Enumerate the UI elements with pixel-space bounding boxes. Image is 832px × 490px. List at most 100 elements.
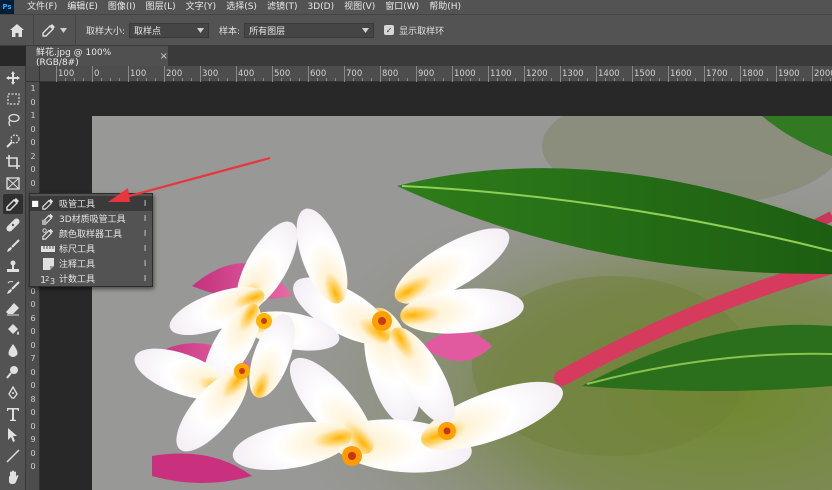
flyout-item-ruler[interactable]: 标尺工具 I bbox=[30, 241, 152, 256]
flyout-item-count[interactable]: 123 计数工具 I bbox=[30, 271, 152, 286]
ruler-tick-label: 1600 bbox=[668, 66, 692, 82]
ruler-minor-tick bbox=[623, 78, 624, 81]
clone-stamp-tool[interactable] bbox=[3, 257, 23, 277]
tool-preset-picker[interactable] bbox=[34, 14, 76, 46]
ruler-tick-label: 9 bbox=[30, 435, 36, 444]
blur-tool[interactable] bbox=[3, 341, 23, 361]
sample-select[interactable]: 所有图层 bbox=[244, 22, 375, 38]
ruler-tick-label: 0 bbox=[30, 408, 36, 417]
eraser-tool[interactable] bbox=[3, 299, 23, 319]
history-brush-tool[interactable] bbox=[3, 278, 23, 298]
flyout-item-3d-material-eyedropper[interactable]: 3D材质吸管工具 I bbox=[30, 211, 152, 226]
line-tool[interactable] bbox=[3, 446, 23, 466]
ruler-minor-tick bbox=[254, 78, 255, 81]
menu-view[interactable]: 视图(V) bbox=[339, 0, 380, 14]
ruler-minor-tick bbox=[155, 78, 156, 81]
ruler-minor-tick bbox=[542, 78, 543, 81]
ruler-tick-label: 1 bbox=[30, 84, 36, 93]
crop-tool[interactable] bbox=[3, 152, 23, 172]
ruler-tick-label: 0 bbox=[30, 165, 36, 174]
menu-3d[interactable]: 3D(D) bbox=[302, 0, 339, 14]
ruler-minor-tick bbox=[479, 78, 480, 81]
lasso-tool[interactable] bbox=[3, 110, 23, 130]
brush-tool[interactable] bbox=[3, 236, 23, 256]
healing-brush-tool[interactable] bbox=[3, 215, 23, 235]
pen-tool[interactable] bbox=[3, 383, 23, 403]
photoshop-logo-icon[interactable]: Ps bbox=[0, 0, 14, 14]
ruler-minor-tick bbox=[389, 78, 390, 81]
flyout-label: 计数工具 bbox=[59, 275, 96, 285]
path-select-tool[interactable] bbox=[3, 425, 23, 445]
menu-type[interactable]: 文字(Y) bbox=[181, 0, 222, 14]
flyout-shortcut: I bbox=[143, 214, 147, 223]
ruler-tick-label: 1100 bbox=[488, 66, 512, 82]
sample-size-label: 取样大小: bbox=[86, 26, 126, 37]
move-tool[interactable] bbox=[3, 68, 23, 88]
ruler-minor-tick bbox=[362, 78, 363, 81]
home-button[interactable] bbox=[0, 14, 34, 46]
menu-filter[interactable]: 滤镜(T) bbox=[262, 0, 303, 14]
paint-bucket-tool[interactable] bbox=[3, 320, 23, 340]
ruler-minor-tick bbox=[218, 78, 219, 81]
options-bar: 取样大小: 取样点 样本: 所有图层 ✓ 显示取样环 bbox=[0, 14, 832, 46]
ruler-minor-tick bbox=[731, 78, 732, 81]
marquee-tool[interactable] bbox=[3, 89, 23, 109]
horizontal-ruler[interactable]: 100 0 100 200 300 400 500 600 700 800 900 1000 1100 1… bbox=[40, 66, 832, 82]
sample-size-select[interactable]: 取样点 bbox=[129, 22, 210, 38]
ruler-minor-tick bbox=[506, 78, 507, 81]
ruler-minor-tick bbox=[65, 78, 66, 81]
frame-tool[interactable] bbox=[3, 173, 23, 193]
frame-icon bbox=[6, 176, 20, 190]
ruler-tick-label: 300 bbox=[199, 66, 219, 82]
ruler-tick-label: 1800 bbox=[740, 66, 764, 82]
ruler-minor-tick bbox=[767, 78, 768, 81]
quick-select-tool[interactable] bbox=[3, 131, 23, 151]
ruler-tick-label: 900 bbox=[415, 66, 435, 82]
type-tool[interactable] bbox=[3, 404, 23, 424]
menu-image[interactable]: 图像(I) bbox=[103, 0, 141, 14]
ruler-corner[interactable] bbox=[26, 66, 40, 82]
ruler-minor-tick bbox=[371, 78, 372, 81]
flyout-item-note[interactable]: 注释工具 I bbox=[30, 256, 152, 271]
hand-tool[interactable] bbox=[3, 467, 23, 487]
ruler-minor-tick bbox=[119, 78, 120, 81]
eyedropper-icon bbox=[6, 198, 19, 211]
ruler-tick-label: 0 bbox=[30, 421, 36, 431]
ruler-tick-label: 0 bbox=[91, 66, 100, 82]
menu-edit[interactable]: 编辑(E) bbox=[62, 0, 103, 14]
eyedropper-icon bbox=[42, 24, 55, 37]
ruler-tick-label: 100 bbox=[55, 66, 75, 82]
ruler-tick-label: 1300 bbox=[560, 66, 584, 82]
flyout-shortcut: I bbox=[143, 244, 147, 253]
ruler-minor-tick bbox=[83, 78, 84, 81]
tools-panel bbox=[0, 66, 26, 490]
ruler-icon bbox=[41, 245, 55, 252]
ruler-tick-label: 1500 bbox=[632, 66, 656, 82]
paint-bucket-icon bbox=[8, 324, 19, 335]
menu-window[interactable]: 窗口(W) bbox=[380, 0, 424, 14]
show-sampling-ring-checkbox[interactable]: ✓ bbox=[384, 25, 395, 35]
ruler-tick-label: 0 bbox=[30, 340, 36, 350]
ruler-tick-label: 100 bbox=[127, 66, 147, 82]
3d-material-eyedropper-icon bbox=[42, 213, 54, 225]
ruler-tick-label: 1000 bbox=[452, 66, 476, 82]
eyedropper-tool[interactable] bbox=[3, 194, 23, 214]
flyout-item-color-sampler[interactable]: 颜色取样器工具 I bbox=[30, 226, 152, 241]
healing-brush-icon bbox=[6, 218, 20, 232]
ruler-minor-tick bbox=[470, 78, 471, 81]
ruler-minor-tick bbox=[398, 78, 399, 81]
ruler-minor-tick bbox=[443, 78, 444, 81]
document-tab[interactable]: 鲜花.jpg @ 100%(RGB/8#) × bbox=[26, 46, 168, 68]
dodge-tool[interactable] bbox=[3, 362, 23, 382]
ruler-minor-tick bbox=[659, 78, 660, 81]
ruler-minor-tick bbox=[434, 78, 435, 81]
brush-icon bbox=[7, 239, 20, 252]
menu-layer[interactable]: 图层(L) bbox=[141, 0, 181, 14]
ruler-tick-label: 0 bbox=[30, 367, 36, 377]
ruler-minor-tick bbox=[533, 78, 534, 81]
menu-file[interactable]: 文件(F) bbox=[22, 0, 62, 14]
annotation-arrow bbox=[108, 156, 271, 202]
menu-help[interactable]: 帮助(H) bbox=[424, 0, 466, 14]
close-icon[interactable]: × bbox=[160, 51, 168, 62]
menu-select[interactable]: 选择(S) bbox=[221, 0, 262, 14]
